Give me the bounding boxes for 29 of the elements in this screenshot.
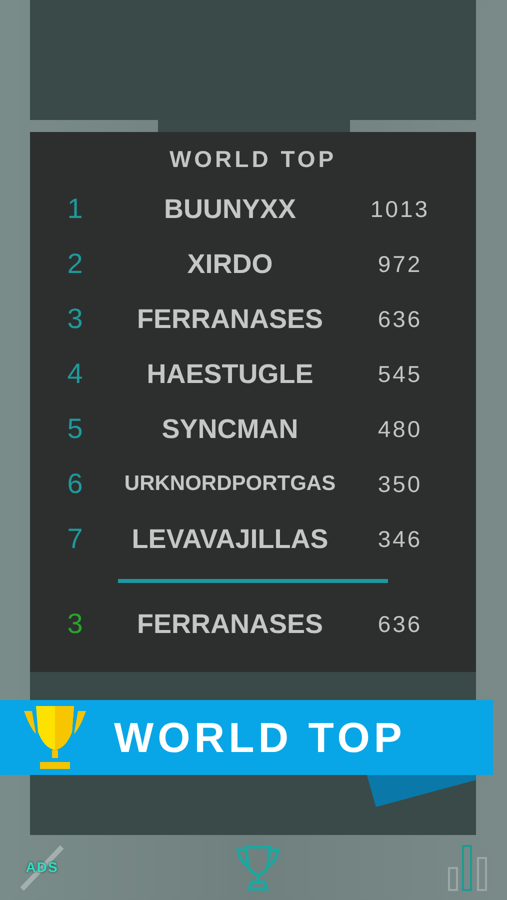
player-name: BUUNYXX [164,192,296,226]
rank-number: 1 [66,192,84,226]
rank-number: 5 [66,412,84,446]
rank-number: 6 [66,467,84,502]
rank-number: 2 [66,247,84,282]
player-name: FERRANASES [136,302,324,336]
score: 350 [376,470,424,499]
score: 346 [376,524,424,554]
score: 636 [376,610,424,639]
player-name: HAESTUGLE [146,358,314,391]
trophy-icon [22,706,88,770]
leaderboard-title: WORLD TOP [168,146,338,174]
player-name: URKNORDPORTGAS [124,471,336,498]
trophy-button[interactable] [234,844,282,892]
score: 480 [376,414,424,444]
score: 545 [376,360,424,389]
score: 636 [376,304,424,334]
no-ads-button[interactable]: ADS [16,844,68,890]
rank-number: 3 [66,302,84,336]
rank-number: 4 [66,357,84,392]
rank-number: 7 [66,522,84,556]
player-name: FERRANASES [136,608,324,641]
banner-title: WORLD TOP [114,713,406,763]
score: 972 [376,250,424,279]
rank-number: 3 [66,607,84,642]
player-name: LEVAVAJILLAS [132,522,328,556]
player-name: SYNCMAN [162,412,298,446]
player-name: XIRDO [187,248,273,281]
score: 1013 [369,194,431,224]
